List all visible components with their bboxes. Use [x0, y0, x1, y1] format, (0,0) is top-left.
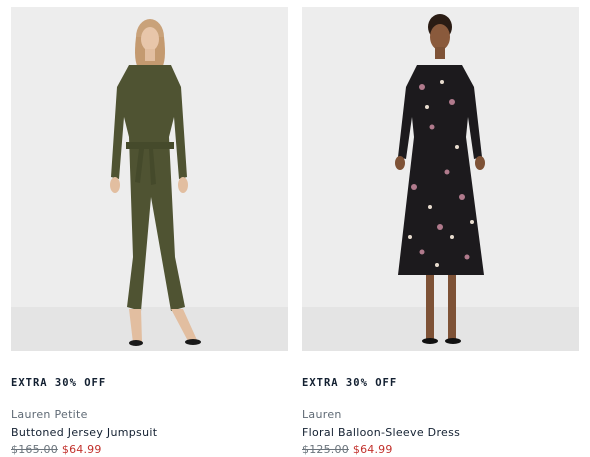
product-image[interactable] [302, 7, 579, 351]
sale-price: $64.99 [352, 443, 393, 456]
model-in-floral-dress-image [302, 7, 579, 351]
price-row: $125.00 $64.99 [302, 443, 579, 456]
product-card[interactable]: EXTRA 30% OFF Lauren Petite Buttoned Jer… [11, 7, 288, 456]
sale-price: $64.99 [61, 443, 102, 456]
original-price: $165.00 [11, 443, 58, 456]
promo-badge: EXTRA 30% OFF [11, 377, 107, 389]
price-row: $165.00 $64.99 [11, 443, 288, 456]
product-name-link[interactable]: Buttoned Jersey Jumpsuit [11, 426, 288, 439]
product-brand: Lauren Petite [11, 408, 88, 421]
product-name-link[interactable]: Floral Balloon-Sleeve Dress [302, 426, 579, 439]
product-brand: Lauren [302, 408, 342, 421]
original-price: $125.00 [302, 443, 349, 456]
product-card[interactable]: EXTRA 30% OFF Lauren Floral Balloon-Slee… [302, 7, 579, 456]
product-image[interactable] [11, 7, 288, 351]
promo-badge: EXTRA 30% OFF [302, 377, 398, 389]
model-in-jumpsuit-image [11, 7, 288, 351]
